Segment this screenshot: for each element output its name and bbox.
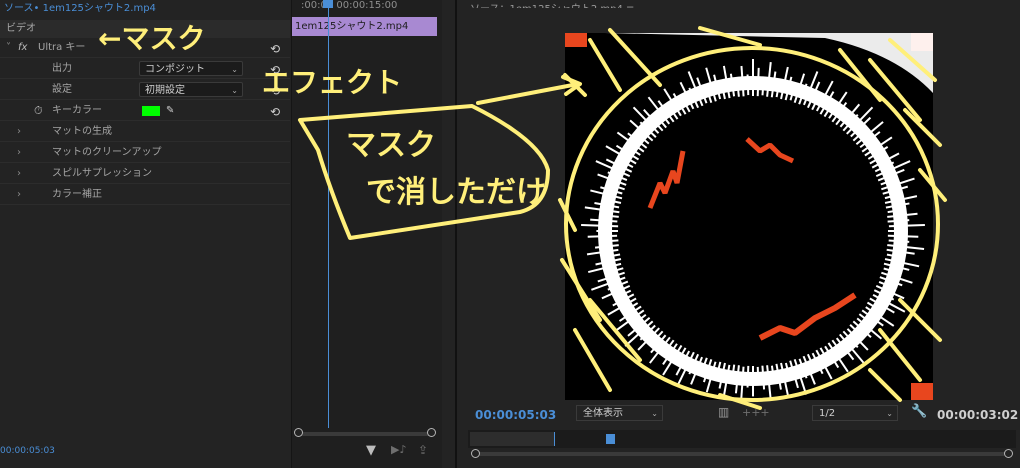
settings-dropdown[interactable]: 初期設定 ⌄ <box>139 82 243 97</box>
chevron-down-icon: ⌄ <box>651 409 658 418</box>
clip-bar[interactable]: 1em125シャウト2.mp4 <box>292 17 437 36</box>
key-color-swatch[interactable] <box>142 106 160 116</box>
reset-icon[interactable]: ⟲ <box>270 39 280 59</box>
output-row: 出力 コンポジット ⌄ ⟲ <box>0 59 290 79</box>
monitor-scrollbar[interactable] <box>476 452 1006 456</box>
scroll-end-handle[interactable] <box>427 428 436 437</box>
current-timecode[interactable]: 00:00:05:03 <box>475 408 556 422</box>
panel-divider[interactable] <box>455 0 457 468</box>
settings-value: 初期設定 <box>145 85 185 96</box>
effect-name: Ultra キー <box>38 42 86 53</box>
output-dropdown[interactable]: コンポジット ⌄ <box>139 61 243 76</box>
matte-generation-label: マットの生成 <box>52 126 112 137</box>
ring-effect-graphic <box>565 33 933 400</box>
ultra-key-effect-row[interactable]: ˅ fx Ultra キー ⟲ <box>0 38 290 58</box>
monitor-scroll-start-handle[interactable] <box>471 449 480 458</box>
chevron-right-icon[interactable]: › <box>17 122 21 142</box>
matte-generation-row[interactable]: › マットの生成 <box>0 122 290 142</box>
resolution-value: 1/2 <box>819 408 836 419</box>
chevron-right-icon[interactable]: › <box>17 143 21 163</box>
color-correction-row[interactable]: › カラー補正 <box>0 185 290 205</box>
color-correction-label: カラー補正 <box>52 189 102 200</box>
settings-row: 設定 初期設定 ⌄ ⟲ <box>0 80 290 100</box>
safe-margins-icon[interactable]: ▥ <box>718 405 729 419</box>
mini-timeline-scrollbar[interactable] <box>298 432 434 436</box>
effect-mini-timeline[interactable] <box>291 0 442 468</box>
spill-suppression-row[interactable]: › スピルサプレッション <box>0 164 290 184</box>
fx-icon[interactable]: fx <box>18 38 27 58</box>
chevron-down-icon: ⌄ <box>886 409 893 418</box>
collapse-chevron-icon[interactable]: ˅ <box>6 38 11 58</box>
video-section-header: ビデオ <box>0 20 290 38</box>
effect-timecode[interactable]: 00:00:05:03 <box>0 446 55 456</box>
monitor-playhead[interactable] <box>606 434 615 444</box>
playhead-handle[interactable] <box>323 0 333 8</box>
scroll-start-handle[interactable] <box>294 428 303 437</box>
play-audio-icon[interactable]: ▶♪ <box>391 443 406 456</box>
source-tab[interactable]: ソース• 1em125シャウト2.mp4 <box>0 0 156 18</box>
key-color-label: キーカラー <box>52 105 102 116</box>
export-icon[interactable]: ⇪ <box>418 443 428 457</box>
matte-cleanup-row[interactable]: › マットのクリーンアップ <box>0 143 290 163</box>
program-tab[interactable]: ソース：1em125シャウト2.mp4 ≡ <box>470 0 634 8</box>
resolution-dropdown[interactable]: 1/2 ⌄ <box>812 405 898 421</box>
reset-icon[interactable]: ⟲ <box>270 60 280 80</box>
monitor-scroll-end-handle[interactable] <box>1004 449 1013 458</box>
timeline-ruler[interactable]: :00:00 00:00:15:00 <box>301 0 436 12</box>
output-label: 出力 <box>52 63 72 74</box>
playhead-line[interactable] <box>328 0 329 428</box>
eyedropper-icon[interactable]: ✎ <box>166 101 174 121</box>
chevron-down-icon: ⌄ <box>231 65 238 74</box>
reset-icon[interactable]: ⟲ <box>270 81 280 101</box>
output-value: コンポジット <box>145 64 205 75</box>
wrench-icon[interactable]: 🔧 <box>911 404 927 419</box>
in-out-range[interactable] <box>470 432 555 446</box>
key-color-row: ⏱ キーカラー ✎ ⟲ <box>0 101 290 121</box>
filter-icon[interactable]: ▼ <box>366 443 376 458</box>
duration-timecode: 00:00:03:02 <box>937 408 1019 422</box>
zoom-value: 全体表示 <box>583 408 623 419</box>
matte-cleanup-label: マットのクリーンアップ <box>52 147 162 158</box>
trim-icon[interactable]: +++ <box>742 406 770 419</box>
chevron-right-icon[interactable]: › <box>17 185 21 205</box>
zoom-dropdown[interactable]: 全体表示 ⌄ <box>576 405 663 421</box>
stopwatch-icon[interactable]: ⏱ <box>34 101 43 121</box>
reset-icon[interactable]: ⟲ <box>270 102 280 122</box>
video-preview <box>565 33 933 400</box>
chevron-down-icon: ⌄ <box>231 86 238 95</box>
settings-label: 設定 <box>52 84 72 95</box>
chevron-right-icon[interactable]: › <box>17 164 21 184</box>
spill-suppression-label: スピルサプレッション <box>52 168 152 179</box>
